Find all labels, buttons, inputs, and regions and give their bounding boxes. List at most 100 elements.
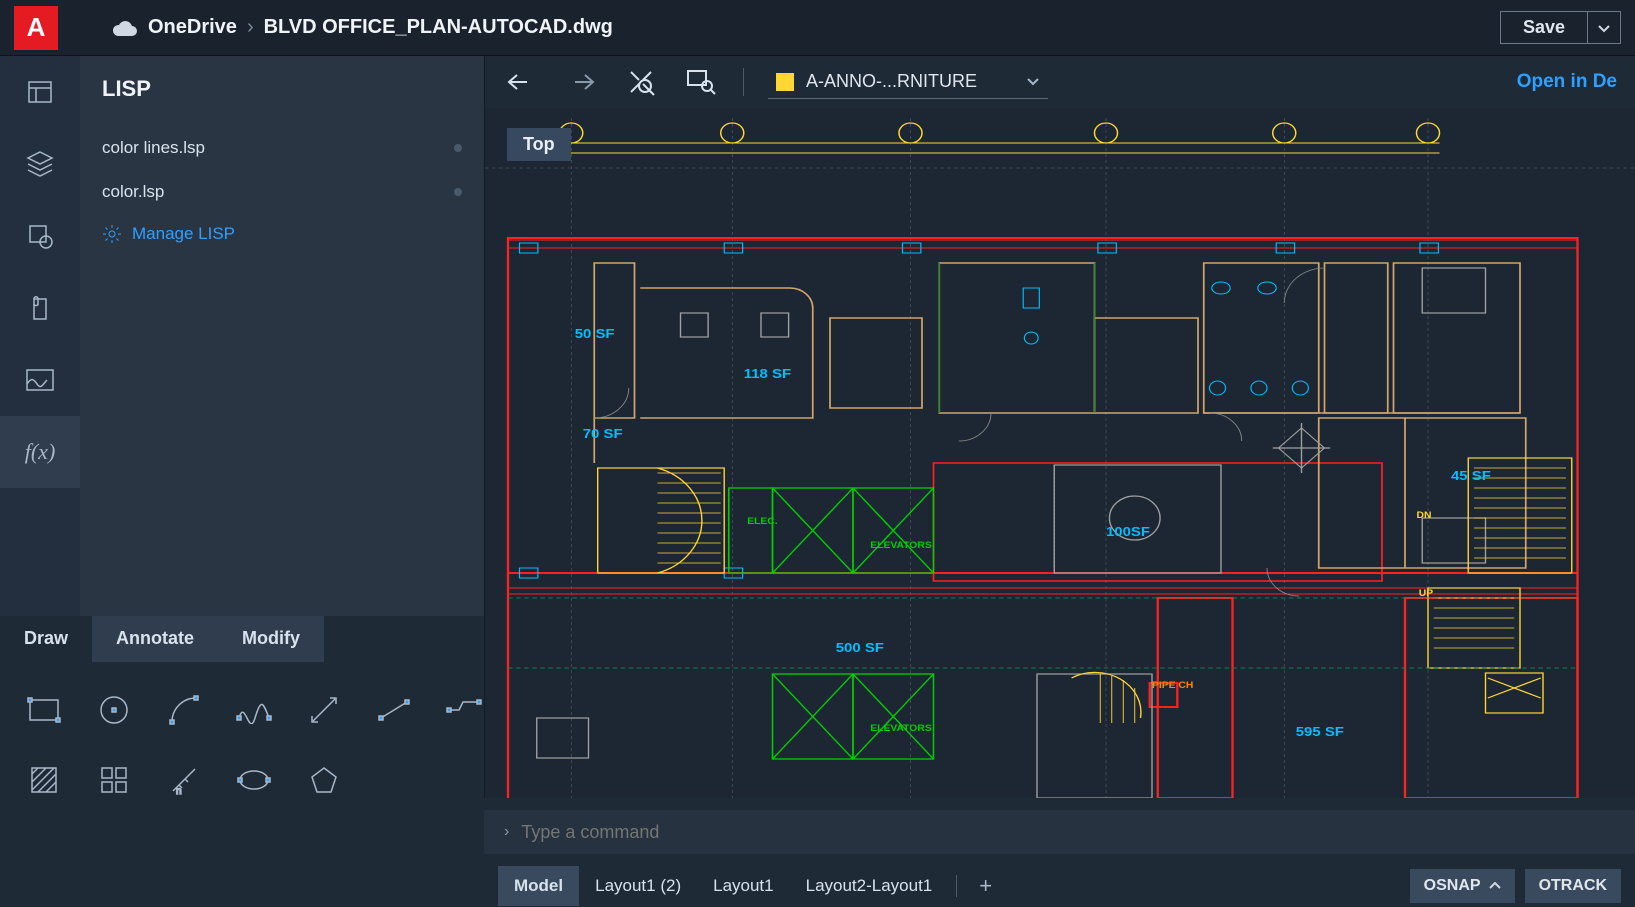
lisp-file-name: color.lsp [102, 182, 164, 202]
tool-hatch[interactable] [18, 754, 70, 806]
tab-layout[interactable]: Layout2-Layout1 [790, 866, 949, 906]
attachment-icon [26, 293, 54, 323]
osnap-label: OSNAP [1424, 877, 1481, 895]
osnap-toggle[interactable]: OSNAP [1410, 869, 1515, 903]
otrack-label: OTRACK [1539, 877, 1607, 895]
rail-image[interactable] [0, 344, 80, 416]
hatch-icon [29, 765, 59, 795]
lisp-file-name: color lines.lsp [102, 138, 205, 158]
canvas-toolbar: A-ANNO-...RNITURE Open in De [485, 56, 1635, 108]
measure-icon: n [168, 764, 200, 796]
tool-tabs: Draw Annotate Modify [0, 616, 484, 662]
spline-icon [236, 696, 272, 724]
room-label: 118 SF [744, 366, 792, 381]
layers-icon [24, 148, 56, 180]
tab-modify[interactable]: Modify [218, 616, 324, 662]
tool-arc[interactable] [158, 684, 210, 736]
circle-icon [98, 694, 130, 726]
add-layout-button[interactable]: + [965, 867, 1006, 905]
undo-button[interactable] [503, 64, 539, 100]
breadcrumb-source[interactable]: OneDrive [148, 16, 237, 39]
scale-icon [308, 694, 340, 726]
panel-icon [25, 77, 55, 107]
open-in-desktop-link[interactable]: Open in De [1517, 71, 1617, 93]
rectangle-icon [27, 697, 61, 723]
command-bar: › [484, 810, 1635, 854]
draw-tool-grid: n [0, 662, 484, 907]
tab-annotate[interactable]: Annotate [92, 616, 218, 662]
chevron-right-icon: › [504, 823, 509, 841]
chevron-up-icon [1489, 882, 1501, 890]
drawing-canvas[interactable]: A-ANNO-...RNITURE Open in De Top [484, 56, 1635, 798]
tool-polygon[interactable] [298, 754, 350, 806]
room-label: 70 SF [583, 426, 623, 441]
lisp-panel: LISP color lines.lsp color.lsp Manage LI… [80, 56, 484, 616]
view-badge[interactable]: Top [507, 128, 571, 161]
tool-circle[interactable] [88, 684, 140, 736]
svg-text:n: n [176, 786, 182, 796]
manage-lisp-label: Manage LISP [132, 224, 235, 244]
rail-layers[interactable] [0, 128, 80, 200]
undo-icon [506, 71, 536, 93]
rail-properties[interactable] [0, 56, 80, 128]
layer-selector[interactable]: A-ANNO-...RNITURE [768, 65, 1048, 99]
room-label: 595 SF [1296, 724, 1345, 739]
breadcrumb-file[interactable]: BLVD OFFICE_PLAN-AUTOCAD.dwg [264, 16, 613, 39]
save-dropdown-button[interactable] [1588, 11, 1621, 44]
tab-layout[interactable]: Layout1 [697, 866, 790, 906]
line-icon [377, 698, 411, 722]
zoom-window-icon [686, 69, 716, 95]
lisp-panel-title: LISP [102, 76, 462, 102]
command-input[interactable] [521, 822, 1615, 843]
arc-icon [168, 694, 200, 726]
image-icon [24, 367, 56, 393]
zoom-extents-icon [627, 68, 655, 96]
zoom-extents-button[interactable] [623, 64, 659, 100]
app-header: A OneDrive › BLVD OFFICE_PLAN-AUTOCAD.dw… [0, 0, 1635, 56]
tab-draw[interactable]: Draw [0, 616, 92, 662]
tool-measure[interactable]: n [158, 754, 210, 806]
room-label: 50 SF [575, 326, 615, 341]
room-label: 45 SF [1451, 468, 1491, 483]
tab-model[interactable]: Model [498, 866, 579, 906]
app-logo: A [14, 6, 58, 50]
toolbar-separator [743, 68, 744, 96]
tab-layout[interactable]: Layout1 (2) [579, 866, 697, 906]
redo-icon [566, 71, 596, 93]
tool-scale[interactable] [298, 684, 350, 736]
chevron-down-icon [1026, 77, 1040, 87]
layer-color-swatch [776, 73, 794, 91]
elevator-label: ELEVATORS [870, 724, 932, 734]
polygon-icon [309, 765, 339, 795]
array-icon [99, 765, 129, 795]
otrack-toggle[interactable]: OTRACK [1525, 869, 1621, 903]
redo-button[interactable] [563, 64, 599, 100]
block-icon [25, 221, 55, 251]
layout-tabs: Model Layout1 (2) Layout1 Layout2-Layout… [484, 864, 1635, 907]
zoom-window-button[interactable] [683, 64, 719, 100]
ellipse-icon [237, 768, 271, 792]
gear-icon [102, 224, 122, 244]
room-label: 100SF [1106, 524, 1150, 539]
up-label: UP [1419, 589, 1434, 599]
tool-spline[interactable] [228, 684, 280, 736]
rail-blocks[interactable] [0, 200, 80, 272]
save-button[interactable]: Save [1500, 11, 1588, 44]
manage-lisp-link[interactable]: Manage LISP [102, 214, 462, 254]
pipe-label: PIPE CH [1152, 681, 1193, 691]
polyline-icon [446, 698, 482, 722]
tool-array[interactable] [88, 754, 140, 806]
tool-ellipse[interactable] [228, 754, 280, 806]
rail-lisp[interactable]: f(x) [0, 416, 80, 488]
layer-name: A-ANNO-...RNITURE [806, 71, 1014, 92]
dn-label: DN [1417, 511, 1432, 521]
tool-rectangle[interactable] [18, 684, 70, 736]
status-dot-icon [454, 144, 462, 152]
lisp-file-item[interactable]: color.lsp [102, 170, 462, 214]
rail-attach[interactable] [0, 272, 80, 344]
tool-polyline[interactable] [438, 684, 490, 736]
cloud-icon [112, 19, 138, 37]
save-button-group: Save [1500, 11, 1621, 44]
tool-line[interactable] [368, 684, 420, 736]
lisp-file-item[interactable]: color lines.lsp [102, 126, 462, 170]
